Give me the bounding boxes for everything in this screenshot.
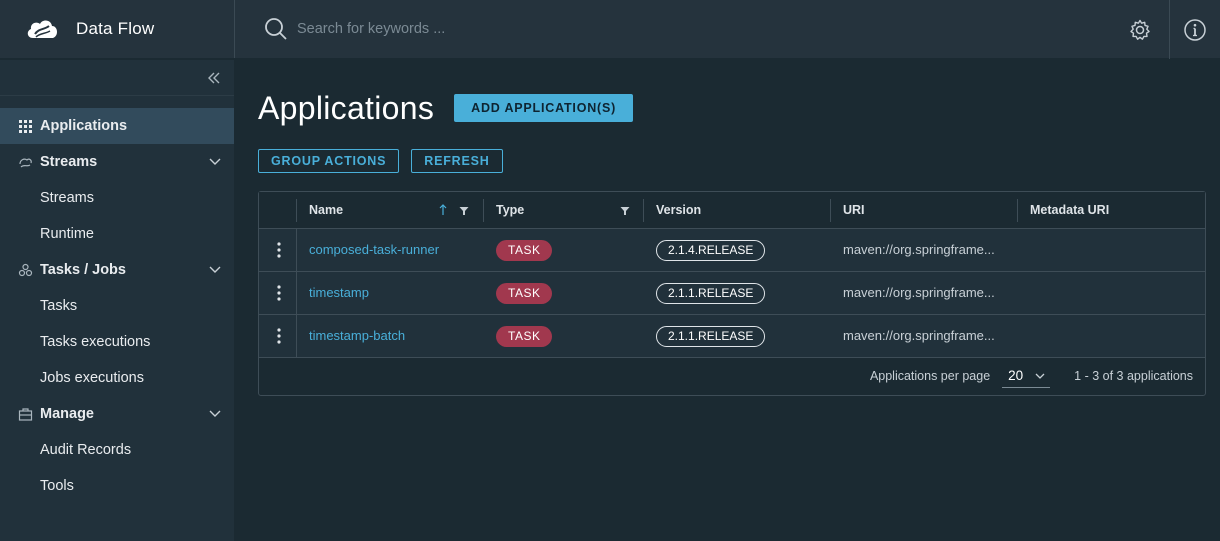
brand[interactable]: Data Flow bbox=[0, 0, 235, 58]
gear-icon bbox=[1129, 19, 1150, 40]
type-badge: TASK bbox=[496, 283, 553, 304]
chevron-down-icon bbox=[209, 410, 221, 417]
chevron-down-icon bbox=[1035, 373, 1045, 379]
app-name-link[interactable]: composed-task-runner bbox=[309, 242, 439, 257]
sidebar-item-tools[interactable]: Tools bbox=[0, 468, 234, 504]
group-actions-button[interactable]: GROUP ACTIONS bbox=[258, 149, 400, 173]
main-content: Applications ADD APPLICATION(S) GROUP AC… bbox=[258, 60, 1206, 396]
column-header-metadata-uri[interactable]: Metadata URI bbox=[1030, 192, 1109, 228]
filter-icon[interactable] bbox=[620, 206, 630, 216]
sidebar-item-runtime[interactable]: Runtime bbox=[0, 216, 234, 252]
version-badge[interactable]: 2.1.1.RELEASE bbox=[656, 283, 766, 304]
double-chevron-left-icon[interactable] bbox=[206, 70, 222, 86]
per-page-label: Applications per page bbox=[869, 369, 991, 383]
sidebar-group-streams[interactable]: Streams bbox=[0, 144, 234, 180]
column-header-uri[interactable]: URI bbox=[843, 192, 865, 228]
table-footer: Applications per page 20 1 - 3 of 3 appl… bbox=[259, 357, 1205, 395]
search-bar[interactable] bbox=[263, 16, 823, 42]
title-row: Applications ADD APPLICATION(S) bbox=[258, 60, 1206, 156]
sidebar-group-manage[interactable]: Manage bbox=[0, 396, 234, 432]
type-badge: TASK bbox=[496, 326, 553, 347]
chevron-down-icon bbox=[209, 266, 221, 273]
briefcase-icon bbox=[18, 407, 33, 421]
settings-button[interactable] bbox=[1110, 0, 1170, 59]
sidebar-item-applications[interactable]: Applications bbox=[0, 108, 234, 144]
table-row: timestamp-batch TASK 2.1.1.RELEASE maven… bbox=[259, 315, 1205, 358]
sidebar: Applications Streams Streams Runtime Tas… bbox=[0, 60, 234, 541]
search-icon bbox=[265, 18, 287, 40]
kebab-menu-icon[interactable] bbox=[272, 284, 286, 302]
page-title: Applications bbox=[258, 89, 435, 126]
pagination-range: 1 - 3 of 3 applications bbox=[1074, 369, 1193, 383]
sidebar-item-label: Manage bbox=[40, 406, 94, 422]
sidebar-item-tasks-executions[interactable]: Tasks executions bbox=[0, 324, 234, 360]
chevron-down-icon bbox=[209, 158, 221, 165]
sidebar-collapse bbox=[0, 60, 234, 96]
type-badge: TASK bbox=[496, 240, 553, 261]
brand-title: Data Flow bbox=[76, 19, 155, 38]
table-row: composed-task-runner TASK 2.1.4.RELEASE … bbox=[259, 229, 1205, 272]
column-header-type[interactable]: Type bbox=[496, 192, 524, 228]
applications-table: Name Type Version URI Metadata URI compo… bbox=[258, 191, 1206, 396]
version-badge[interactable]: 2.1.4.RELEASE bbox=[656, 240, 766, 261]
app-header: Data Flow bbox=[0, 0, 1220, 59]
sidebar-item-jobs-executions[interactable]: Jobs executions bbox=[0, 360, 234, 396]
column-header-name[interactable]: Name bbox=[309, 192, 343, 228]
sidebar-item-audit-records[interactable]: Audit Records bbox=[0, 432, 234, 468]
sidebar-item-tasks[interactable]: Tasks bbox=[0, 288, 234, 324]
header-actions bbox=[1110, 0, 1220, 59]
app-name-link[interactable]: timestamp bbox=[309, 285, 369, 300]
uri-cell: maven://org.springframe... bbox=[843, 242, 995, 257]
table-row: timestamp TASK 2.1.1.RELEASE maven://org… bbox=[259, 272, 1205, 315]
per-page-value: 20 bbox=[1008, 368, 1024, 383]
column-header-version[interactable]: Version bbox=[656, 192, 701, 228]
streams-icon bbox=[19, 158, 32, 167]
uri-cell: maven://org.springframe... bbox=[843, 285, 995, 300]
sidebar-group-tasks-jobs[interactable]: Tasks / Jobs bbox=[0, 252, 234, 288]
filter-icon[interactable] bbox=[459, 206, 469, 216]
sidebar-item-label: Streams bbox=[40, 154, 98, 170]
action-bar: GROUP ACTIONS REFRESH bbox=[258, 149, 1206, 173]
spring-cloud-logo bbox=[27, 20, 58, 38]
grid-icon bbox=[19, 119, 32, 133]
sidebar-item-label: Tasks / Jobs bbox=[40, 262, 126, 278]
kebab-menu-icon[interactable] bbox=[272, 327, 286, 345]
sidebar-item-label: Applications bbox=[40, 118, 128, 134]
info-icon bbox=[1184, 18, 1206, 41]
refresh-button[interactable]: REFRESH bbox=[411, 149, 503, 173]
uri-cell: maven://org.springframe... bbox=[843, 328, 995, 343]
info-button[interactable] bbox=[1170, 0, 1220, 59]
sort-ascending-icon[interactable] bbox=[438, 204, 448, 216]
kebab-menu-icon[interactable] bbox=[272, 241, 286, 259]
add-applications-button[interactable]: ADD APPLICATION(S) bbox=[454, 94, 634, 122]
search-input[interactable] bbox=[297, 21, 797, 37]
sidebar-nav: Applications Streams Streams Runtime Tas… bbox=[0, 96, 234, 504]
sidebar-item-streams[interactable]: Streams bbox=[0, 180, 234, 216]
tasks-icon bbox=[18, 263, 33, 276]
app-name-link[interactable]: timestamp-batch bbox=[309, 328, 405, 343]
per-page-select[interactable]: 20 bbox=[1002, 364, 1051, 388]
table-header: Name Type Version URI Metadata URI bbox=[259, 192, 1205, 229]
version-badge[interactable]: 2.1.1.RELEASE bbox=[656, 326, 766, 347]
